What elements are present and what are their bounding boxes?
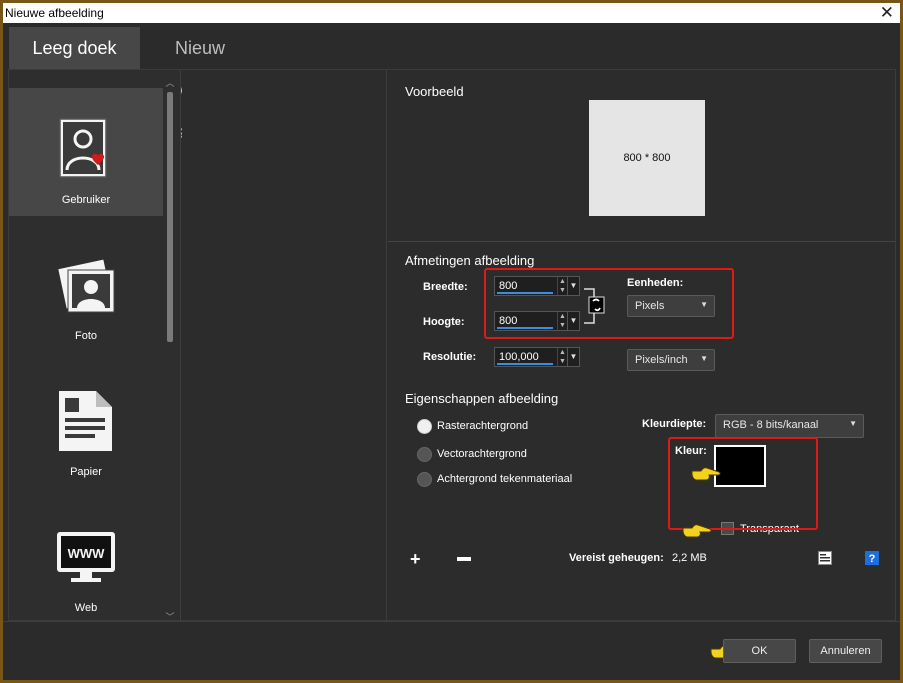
sidebar-item-label: Gebruiker [61,194,111,206]
sidebar-scrollbar[interactable]: ︿ ﹀ [165,78,175,622]
memory-label: Vereist geheugen: [569,552,664,564]
button-bar: OK Annuleren [3,621,900,680]
save-preset-icon[interactable] [818,551,832,565]
resolution-spin-arrows[interactable]: ▲ ▼ [557,348,567,366]
scroll-up-icon[interactable]: ︿ [165,76,175,89]
sidebar-item-papier[interactable]: Papier [9,360,163,488]
preset-list [182,70,387,620]
preset-sidebar: Gebruiker Foto Papier WWW Web ︿ ﹀ [9,70,181,622]
title-bar: Nieuwe afbeelding ✕ [3,3,900,23]
svg-text:?: ? [869,553,876,565]
help-icon[interactable]: ? [865,551,879,565]
raster-radio[interactable] [417,419,432,434]
width-label: Breedte: [423,281,468,293]
dialog-body: Leeg doek Nieuw van sjabloon Gebruiker [3,23,900,680]
color-depth-label: Kleurdiepte: [642,418,707,430]
color-depth-select[interactable]: RGB - 8 bits/kanaal ▼ [715,414,864,438]
sidebar-item-label: Web [74,602,98,614]
photo-icon [58,259,115,313]
paper-icon [59,391,112,451]
resolution-label: Resolutie: [423,351,477,363]
sidebar-item-gebruiker[interactable]: Gebruiker [9,88,163,216]
scroll-thumb[interactable] [167,92,173,342]
memory-value: 2,2 MB [672,552,707,564]
web-glyph: WWW [68,546,106,561]
resolution-stepper[interactable]: 100,000 ▲ ▼ ▼ [494,347,580,367]
pointing-hand-icon [682,524,712,538]
art-media-radio[interactable] [417,472,432,487]
web-monitor-icon: WWW [57,532,115,582]
preview-canvas: 800 * 800 [589,100,705,216]
sidebar-item-foto[interactable]: Foto [9,224,163,352]
sidebar-item-label: Foto [74,330,97,342]
resolution-units-select[interactable]: Pixels/inch ▼ [627,349,715,371]
focus-underline [497,363,553,365]
window-title: Nieuwe afbeelding [5,6,104,20]
dimensions-heading: Afmetingen afbeelding [405,253,535,268]
properties-heading: Eigenschappen afbeelding [405,391,559,406]
vector-radio[interactable] [417,447,432,462]
highlight-color [668,437,818,530]
add-preset-icon[interactable]: + [410,549,421,570]
resolution-units-value: Pixels/inch [635,354,688,366]
height-label: Hoogte: [423,316,465,328]
preview-heading: Voorbeeld [405,84,464,99]
tab-leeg-doek[interactable]: Leeg doek [9,27,140,69]
remove-preset-icon[interactable] [457,557,471,561]
sidebar-item-label: Papier [70,466,102,478]
art-media-label[interactable]: Achtergrond tekenmateriaal [437,473,572,485]
user-heart-icon [59,118,107,178]
window-frame: Nieuwe afbeelding ✕ Leeg doek Nieuw van … [0,0,903,683]
sidebar-item-web[interactable]: WWW Web [9,496,163,624]
raster-label[interactable]: Rasterachtergrond [437,420,528,432]
vector-label[interactable]: Vectorachtergrond [437,448,527,460]
resolution-value: 100,000 [499,351,539,363]
chevron-down-icon: ▼ [849,419,857,428]
settings-panel: Voorbeeld 800 * 800 Afmetingen afbeeldin… [388,70,895,620]
resolution-dropdown-icon[interactable]: ▼ [567,348,579,366]
ok-button[interactable]: OK [723,639,796,663]
pointing-hand-icon [691,467,721,481]
highlight-dimensions [484,268,734,339]
chevron-down-icon: ▼ [700,354,708,363]
divider [388,241,895,242]
tab-nieuw-van-sjabloon[interactable]: Nieuw van sjabloon [175,27,242,142]
color-depth-value: RGB - 8 bits/kanaal [723,419,819,431]
cancel-button[interactable]: Annuleren [809,639,882,663]
close-icon[interactable]: ✕ [880,3,894,23]
